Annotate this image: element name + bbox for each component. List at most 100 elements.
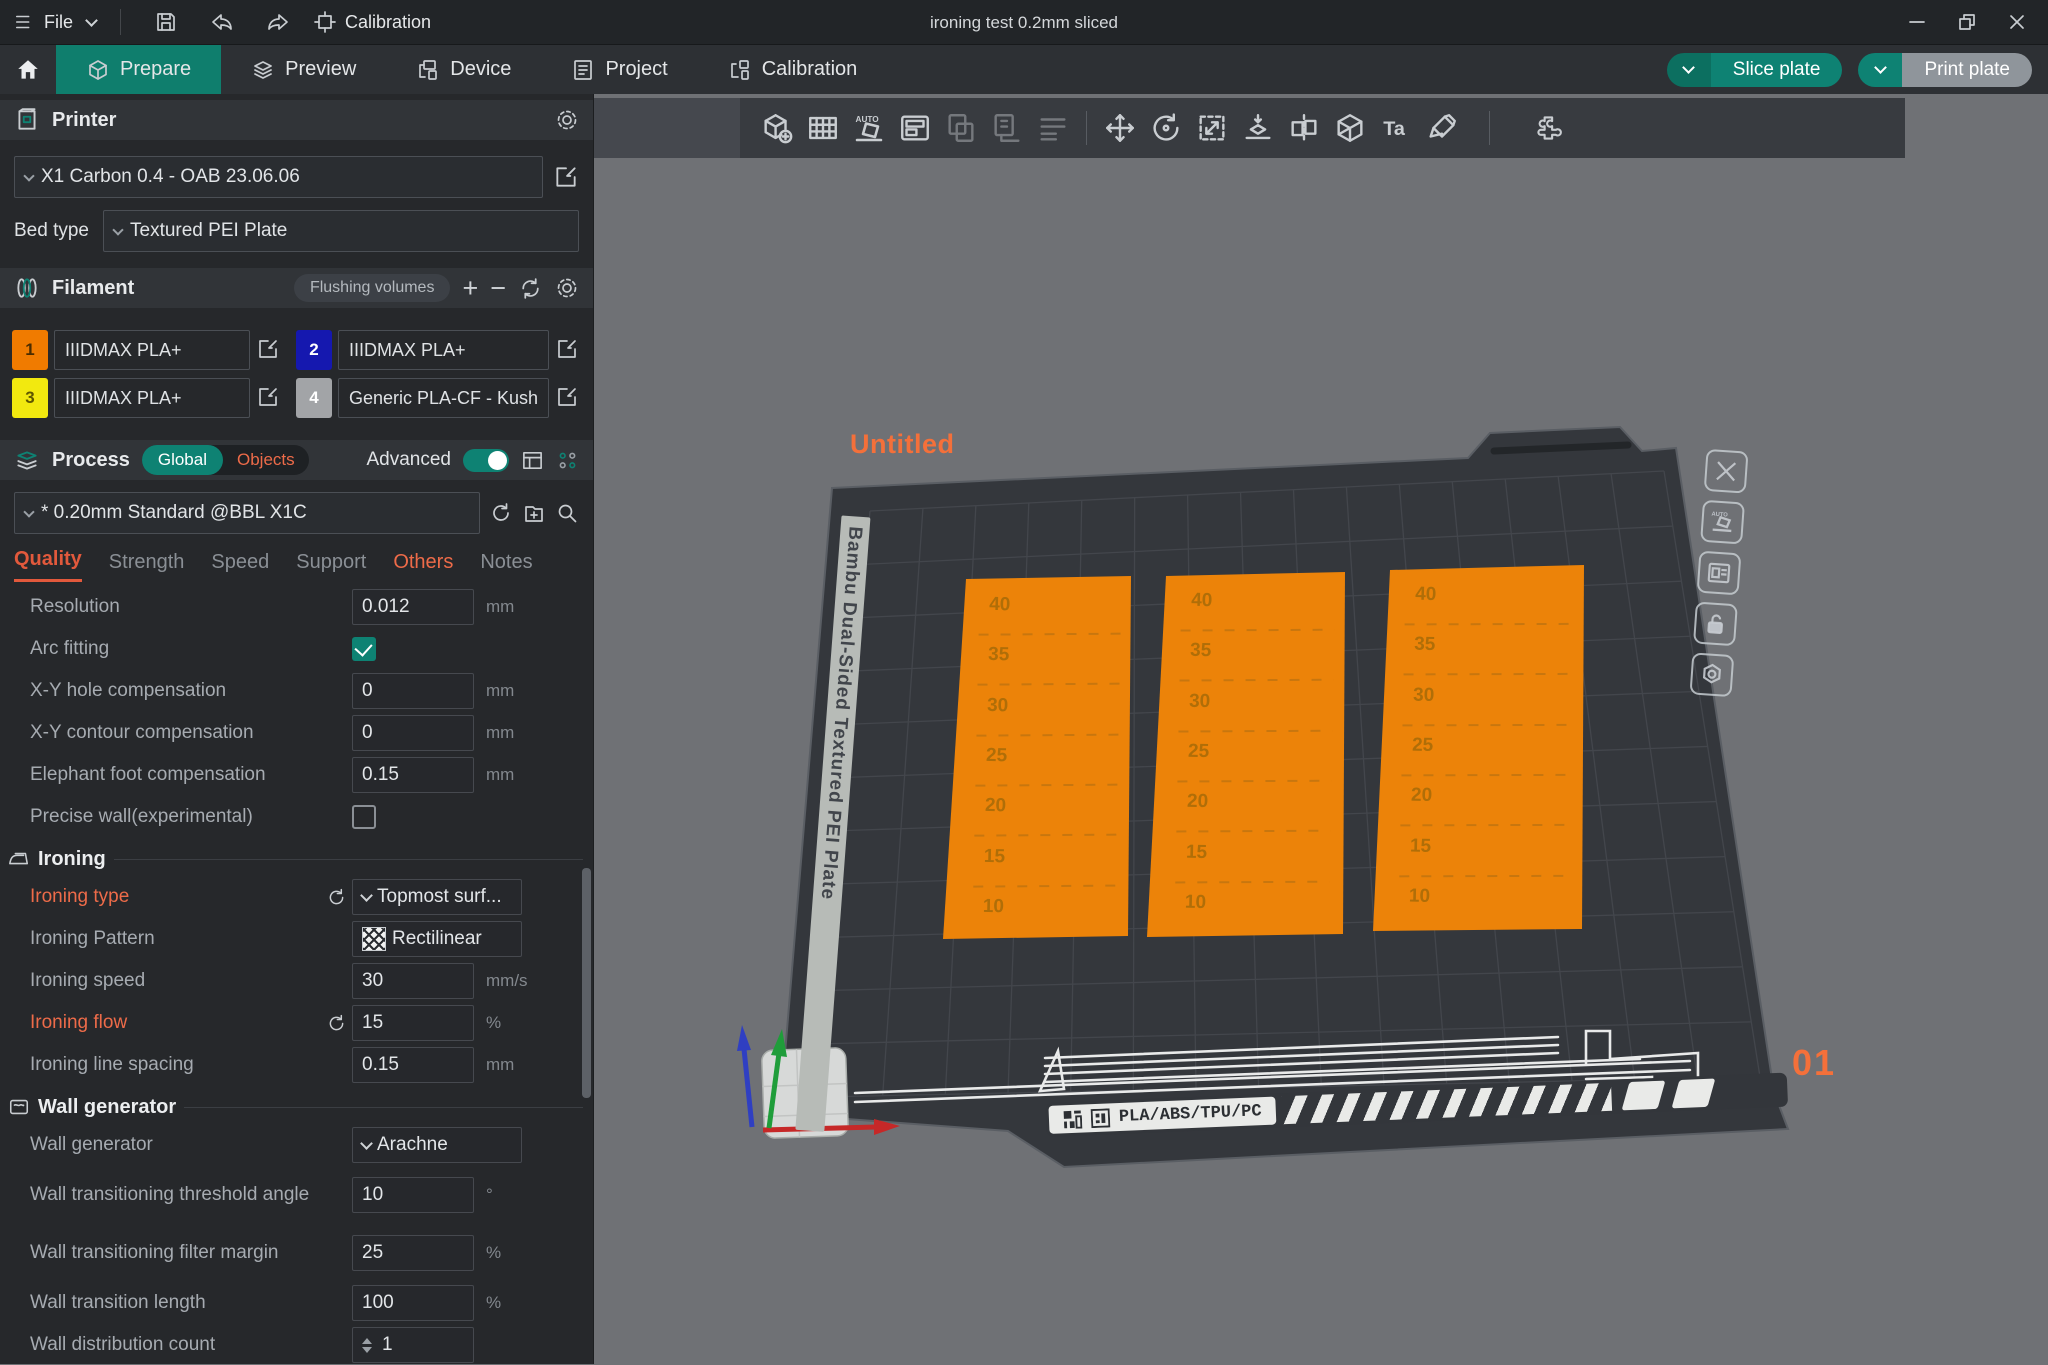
slice-plate-label[interactable]: Slice plate (1711, 53, 1843, 87)
add-object-button[interactable] (754, 105, 800, 151)
filament-select[interactable]: IIIDMAX PLA+ (54, 330, 250, 370)
search-param-button[interactable] (555, 501, 579, 525)
file-menu-chevron-icon[interactable] (85, 14, 98, 27)
print-plate-button[interactable]: Print plate (1858, 53, 2032, 87)
scope-objects-button[interactable]: Objects (223, 445, 309, 475)
filament-color-swatch[interactable]: 1 (12, 330, 48, 370)
filament-color-swatch[interactable]: 2 (296, 330, 332, 370)
elephant-foot-input[interactable]: 0.15 (352, 757, 474, 793)
param-table-button[interactable] (521, 449, 544, 472)
viewport-3d[interactable]: 40 35 30 25 20 15 10 40 35 30 25 (594, 94, 2048, 1364)
bed-type-select[interactable]: Textured PEI Plate (103, 210, 579, 252)
delete-plate-button[interactable] (1704, 449, 1749, 494)
ironing-speed-input[interactable]: 30 (352, 963, 474, 999)
wall-threshold-angle-input[interactable]: 10 (352, 1177, 474, 1213)
tab-others[interactable]: Others (393, 551, 453, 582)
printer-settings-button[interactable] (555, 108, 579, 132)
save-button[interactable] (145, 4, 187, 40)
reset-preset-button[interactable] (489, 501, 513, 525)
file-menu[interactable]: File (14, 11, 73, 33)
wall-filter-margin-input[interactable]: 25 (352, 1235, 474, 1271)
tab-strength[interactable]: Strength (109, 551, 185, 582)
model-slab-1[interactable]: 40 35 30 25 20 15 10 (943, 576, 1131, 939)
plate-auto-orient-button[interactable]: AUTO (1700, 500, 1745, 545)
add-filament-button[interactable]: + (462, 275, 478, 302)
save-preset-button[interactable] (522, 501, 546, 525)
filament-select[interactable]: IIIDMAX PLA+ (338, 330, 549, 370)
tab-project[interactable]: Project (541, 45, 697, 94)
support-paint-button[interactable] (1419, 105, 1465, 151)
resolution-input[interactable]: 0.012 (352, 589, 474, 625)
flushing-volumes-button[interactable]: Flushing volumes (294, 274, 451, 302)
home-button[interactable] (0, 45, 56, 94)
model-slab-3[interactable]: 40 35 30 25 20 15 10 (1373, 565, 1584, 931)
close-button[interactable] (1996, 4, 2038, 40)
tab-quality[interactable]: Quality (14, 548, 82, 582)
print-options-chevron-icon[interactable] (1858, 53, 1902, 87)
edit-printer-button[interactable] (553, 164, 579, 190)
print-plate-label[interactable]: Print plate (1902, 53, 2032, 87)
restore-button[interactable] (1946, 4, 1988, 40)
wall-generator-select[interactable]: Arachne (352, 1127, 522, 1163)
arrange-button[interactable] (892, 105, 938, 151)
ams-sync-button[interactable] (518, 276, 543, 301)
edit-filament-button[interactable] (555, 385, 581, 411)
tab-support[interactable]: Support (296, 551, 366, 582)
edit-filament-button[interactable] (256, 337, 282, 363)
edit-filament-button[interactable] (555, 337, 581, 363)
split-to-objects-button[interactable] (938, 105, 984, 151)
wall-transition-length-input[interactable]: 100 (352, 1285, 474, 1321)
process-preset-select[interactable]: * 0.20mm Standard @BBL X1C (14, 492, 480, 534)
ironing-type-select[interactable]: Topmost surf... (352, 879, 522, 915)
undo-button[interactable] (201, 4, 243, 40)
slice-options-chevron-icon[interactable] (1667, 53, 1711, 87)
wall-distribution-count-stepper[interactable]: 1 (352, 1327, 474, 1363)
ironing-line-spacing-input[interactable]: 0.15 (352, 1047, 474, 1083)
object-settings-button[interactable] (556, 449, 579, 472)
move-tool-button[interactable] (1097, 105, 1143, 151)
scope-global-button[interactable]: Global (142, 445, 223, 475)
advanced-toggle[interactable] (463, 449, 509, 472)
tab-calibration[interactable]: Calibration (698, 45, 888, 94)
sidebar-scrollbar[interactable] (582, 868, 591, 1098)
filament-select[interactable]: IIIDMAX PLA+ (54, 378, 250, 418)
model-slab-2[interactable]: 40 35 30 25 20 15 10 (1147, 572, 1345, 937)
scale-tool-button[interactable] (1189, 105, 1235, 151)
tab-speed[interactable]: Speed (211, 551, 269, 582)
remove-filament-button[interactable]: − (490, 275, 506, 302)
redo-button[interactable] (257, 4, 299, 40)
filament-color-swatch[interactable]: 4 (296, 378, 332, 418)
tab-device[interactable]: Device (386, 45, 541, 94)
variable-layer-height-button[interactable] (1030, 105, 1076, 151)
edit-filament-button[interactable] (256, 385, 282, 411)
filament-color-swatch[interactable]: 3 (12, 378, 48, 418)
auto-orient-button[interactable]: AUTO (846, 105, 892, 151)
calibration-menu[interactable]: Calibration (313, 10, 431, 34)
slice-plate-button[interactable]: Slice plate (1667, 53, 1843, 87)
assembly-view-button[interactable] (1526, 105, 1572, 151)
plate-settings-button[interactable] (1689, 652, 1734, 697)
text-tool-button[interactable]: Ta (1373, 105, 1419, 151)
add-plate-button[interactable] (800, 105, 846, 151)
tab-prepare[interactable]: Prepare (56, 45, 221, 94)
mesh-boolean-button[interactable] (1327, 105, 1373, 151)
reset-ironing-flow-button[interactable] (326, 1013, 352, 1034)
arc-fitting-checkbox[interactable] (352, 637, 376, 661)
ironing-pattern-select[interactable]: Rectilinear (352, 921, 522, 957)
split-to-parts-button[interactable] (984, 105, 1030, 151)
place-on-face-button[interactable] (1235, 105, 1281, 151)
precise-wall-checkbox[interactable] (352, 805, 376, 829)
reset-ironing-type-button[interactable] (326, 887, 352, 908)
xy-contour-input[interactable]: 0 (352, 715, 474, 751)
stepper-arrows[interactable] (362, 1338, 372, 1353)
lock-plate-button[interactable] (1693, 601, 1738, 646)
tab-notes[interactable]: Notes (480, 551, 532, 582)
printer-preset-select[interactable]: X1 Carbon 0.4 - OAB 23.06.06 (14, 156, 543, 198)
filament-settings-button[interactable] (555, 276, 579, 300)
tab-preview[interactable]: Preview (221, 45, 386, 94)
cut-tool-button[interactable] (1281, 105, 1327, 151)
rotate-tool-button[interactable] (1143, 105, 1189, 151)
xy-hole-input[interactable]: 0 (352, 673, 474, 709)
ironing-flow-input[interactable]: 15 (352, 1005, 474, 1041)
filament-select[interactable]: Generic PLA-CF - Kush (338, 378, 549, 418)
